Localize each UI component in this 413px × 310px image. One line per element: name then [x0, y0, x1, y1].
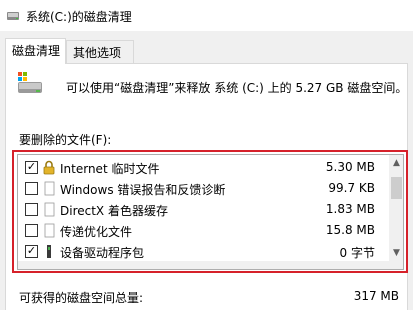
- checkbox[interactable]: [25, 224, 38, 237]
- device-driver-icon: [47, 245, 51, 258]
- drive-icon: [18, 72, 42, 93]
- blank-file-icon: [44, 181, 55, 196]
- summary-text: 可以使用“磁盘清理”来释放 系统 (C:) 上的 5.27 GB 磁盘空间。: [66, 81, 408, 95]
- checkbox[interactable]: ✓: [25, 160, 38, 174]
- item-name: 传递优化文件: [60, 225, 133, 239]
- scroll-up-arrow-icon[interactable]: ▲: [389, 156, 403, 170]
- tab-more-options[interactable]: 其他选项: [66, 40, 134, 63]
- check-mark-icon: ✓: [26, 160, 37, 173]
- lock-icon: [43, 160, 55, 175]
- list-item[interactable]: ✓ 设备驱动程序包 0 字节: [18, 241, 389, 261]
- item-size: 99.7 KB: [328, 181, 375, 195]
- list-item[interactable]: DirectX 着色器缓存 1.83 MB: [18, 199, 389, 220]
- item-name: Internet 临时文件: [60, 162, 160, 176]
- item-name: Windows 错误报告和反馈诊断: [60, 183, 226, 197]
- title-bar: 系统(C:)的磁盘清理: [0, 0, 413, 31]
- tab-label: 其他选项: [73, 46, 122, 60]
- horizontal-scrollbar[interactable]: [17, 261, 404, 270]
- scroll-down-arrow-icon[interactable]: ▼: [389, 246, 403, 260]
- check-mark-icon: ✓: [26, 244, 37, 257]
- item-size: 5.30 MB: [325, 160, 375, 174]
- list-item[interactable]: 传递优化文件 15.8 MB: [18, 220, 389, 241]
- list-item[interactable]: ✓ Internet 临时文件 5.30 MB: [18, 157, 389, 178]
- checkbox[interactable]: [25, 182, 38, 195]
- window-title: 系统(C:)的磁盘清理: [26, 10, 132, 24]
- vertical-scrollbar[interactable]: ▲ ▼: [389, 155, 403, 261]
- item-name: DirectX 着色器缓存: [60, 204, 168, 218]
- item-size: 15.8 MB: [325, 223, 375, 237]
- files-listbox[interactable]: ✓ Internet 临时文件 5.30 MB Windows 错误报告和反馈诊…: [17, 154, 404, 262]
- files-to-delete-label: 要删除的文件(F):: [19, 133, 112, 147]
- checkbox[interactable]: ✓: [25, 244, 38, 258]
- item-size: 1.83 MB: [325, 202, 375, 216]
- tab-label: 磁盘清理: [12, 44, 61, 58]
- item-name: 设备驱动程序包: [60, 246, 145, 260]
- total-space-value: 317 MB: [353, 289, 399, 303]
- scrollbar-thumb[interactable]: [391, 177, 402, 199]
- disk-cleanup-app-icon: [7, 12, 19, 20]
- checkbox[interactable]: [25, 203, 38, 216]
- blank-file-icon: [44, 202, 55, 217]
- total-space-label: 可获得的磁盘空间总量:: [19, 291, 144, 305]
- item-size: 0 字节: [339, 246, 375, 260]
- tab-disk-cleanup[interactable]: 磁盘清理: [5, 38, 66, 64]
- list-item[interactable]: Windows 错误报告和反馈诊断 99.7 KB: [18, 178, 389, 199]
- blank-file-icon: [44, 223, 55, 238]
